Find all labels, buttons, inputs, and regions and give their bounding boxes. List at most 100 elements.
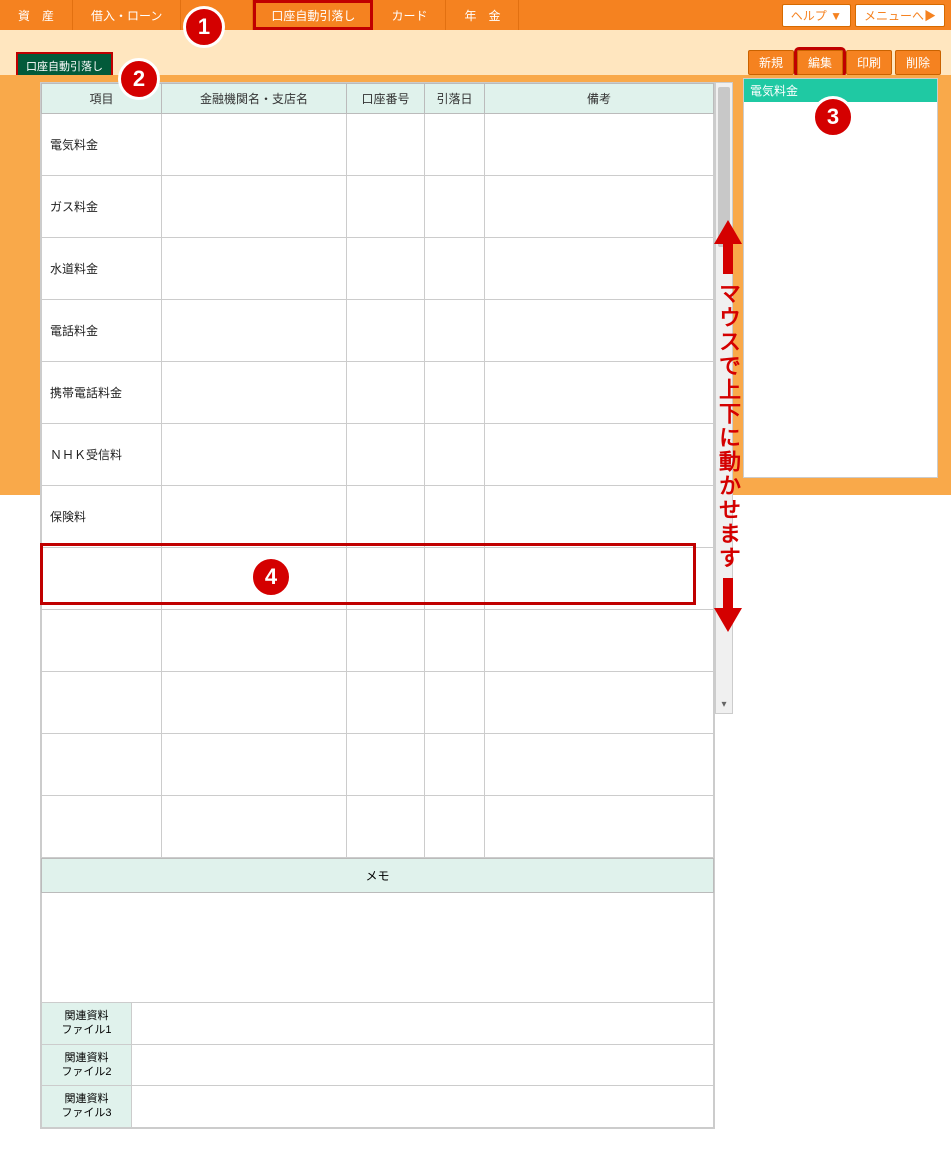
cell-date[interactable] [425,176,485,238]
cell-institution[interactable] [162,734,347,796]
menu-button[interactable]: メニューへ▶ [855,4,945,27]
cell-institution[interactable] [162,300,347,362]
file-label-3: 関連資料ファイル3 [42,1086,132,1127]
table-row[interactable] [42,734,714,796]
cell-institution[interactable] [162,424,347,486]
annotation-badge-4: 4 [250,556,292,598]
cell-item[interactable] [42,548,162,610]
tab-pension[interactable]: 年 金 [446,0,519,30]
cell-date[interactable] [425,424,485,486]
cell-item[interactable]: 水道料金 [42,238,162,300]
cell-account[interactable] [347,486,425,548]
cell-account[interactable] [347,548,425,610]
cell-item[interactable] [42,734,162,796]
cell-note[interactable] [485,114,714,176]
table-row[interactable]: 電気料金 [42,114,714,176]
cell-note[interactable] [485,796,714,858]
print-button[interactable]: 印刷 [846,50,892,75]
table-row[interactable] [42,672,714,734]
file-label-2: 関連資料ファイル2 [42,1045,132,1086]
cell-institution[interactable] [162,672,347,734]
file-row-1[interactable]: 関連資料ファイル1 [41,1003,714,1045]
cell-note[interactable] [485,176,714,238]
table-row[interactable]: 携帯電話料金 [42,362,714,424]
cell-date[interactable] [425,734,485,796]
new-button[interactable]: 新規 [748,50,794,75]
cell-date[interactable] [425,486,485,548]
cell-account[interactable] [347,424,425,486]
file-row-2[interactable]: 関連資料ファイル2 [41,1045,714,1087]
cell-date[interactable] [425,238,485,300]
cell-note[interactable] [485,238,714,300]
tab-assets[interactable]: 資 産 [0,0,73,30]
cell-date[interactable] [425,114,485,176]
annotation-badge-3: 3 [812,96,854,138]
cell-institution[interactable] [162,238,347,300]
cell-item[interactable]: 携帯電話料金 [42,362,162,424]
tab-auto-debit[interactable]: 口座自動引落し [253,0,373,30]
annotation-badge-1: 1 [183,6,225,48]
cell-account[interactable] [347,300,425,362]
col-institution: 金融機関名・支店名 [162,84,347,114]
table-row[interactable]: ガス料金 [42,176,714,238]
cell-institution[interactable] [162,610,347,672]
cell-date[interactable] [425,672,485,734]
cell-note[interactable] [485,610,714,672]
cell-account[interactable] [347,672,425,734]
cell-account[interactable] [347,610,425,672]
memo-header: メモ [41,858,714,893]
cell-date[interactable] [425,548,485,610]
cell-institution[interactable] [162,362,347,424]
side-list-panel: 電気料金 [743,78,938,478]
cell-note[interactable] [485,362,714,424]
cell-item[interactable]: 保険料 [42,486,162,548]
debit-table-panel: 項目 金融機関名・支店名 口座番号 引落日 備考 電気料金ガス料金水道料金電話料… [40,82,715,1129]
table-row[interactable] [42,796,714,858]
table-row[interactable]: 水道料金 [42,238,714,300]
table-row[interactable]: ＮＨＫ受信料 [42,424,714,486]
cell-account[interactable] [347,238,425,300]
file-label-1: 関連資料ファイル1 [42,1003,132,1044]
cell-note[interactable] [485,486,714,548]
cell-institution[interactable] [162,114,347,176]
col-note: 備考 [485,84,714,114]
cell-date[interactable] [425,796,485,858]
cell-note[interactable] [485,424,714,486]
table-row[interactable] [42,548,714,610]
table-row[interactable] [42,610,714,672]
cell-item[interactable]: ＮＨＫ受信料 [42,424,162,486]
cell-account[interactable] [347,734,425,796]
cell-note[interactable] [485,672,714,734]
cell-note[interactable] [485,548,714,610]
file-row-3[interactable]: 関連資料ファイル3 [41,1086,714,1128]
cell-item[interactable] [42,672,162,734]
help-button[interactable]: ヘルプ ▼ [782,4,851,27]
cell-note[interactable] [485,734,714,796]
cell-account[interactable] [347,176,425,238]
col-date: 引落日 [425,84,485,114]
cell-account[interactable] [347,114,425,176]
tab-loans[interactable]: 借入・ローン [73,0,181,30]
top-nav: 資 産 借入・ローン 口座自動引落し カード 年 金 ヘルプ ▼ メニューへ▶ [0,0,951,30]
cell-date[interactable] [425,362,485,424]
edit-button[interactable]: 編集 [797,50,843,75]
table-row[interactable]: 保険料 [42,486,714,548]
table-row[interactable]: 電話料金 [42,300,714,362]
cell-date[interactable] [425,610,485,672]
cell-item[interactable] [42,610,162,672]
cell-item[interactable]: 電気料金 [42,114,162,176]
cell-item[interactable]: ガス料金 [42,176,162,238]
delete-button[interactable]: 削除 [895,50,941,75]
cell-institution[interactable] [162,796,347,858]
cell-institution[interactable] [162,486,347,548]
cell-note[interactable] [485,300,714,362]
scrollbar-down-icon[interactable]: ▾ [716,695,732,713]
cell-date[interactable] [425,300,485,362]
cell-account[interactable] [347,796,425,858]
cell-account[interactable] [347,362,425,424]
memo-body[interactable] [41,893,714,1003]
cell-item[interactable]: 電話料金 [42,300,162,362]
cell-item[interactable] [42,796,162,858]
tab-card[interactable]: カード [373,0,446,30]
cell-institution[interactable] [162,176,347,238]
